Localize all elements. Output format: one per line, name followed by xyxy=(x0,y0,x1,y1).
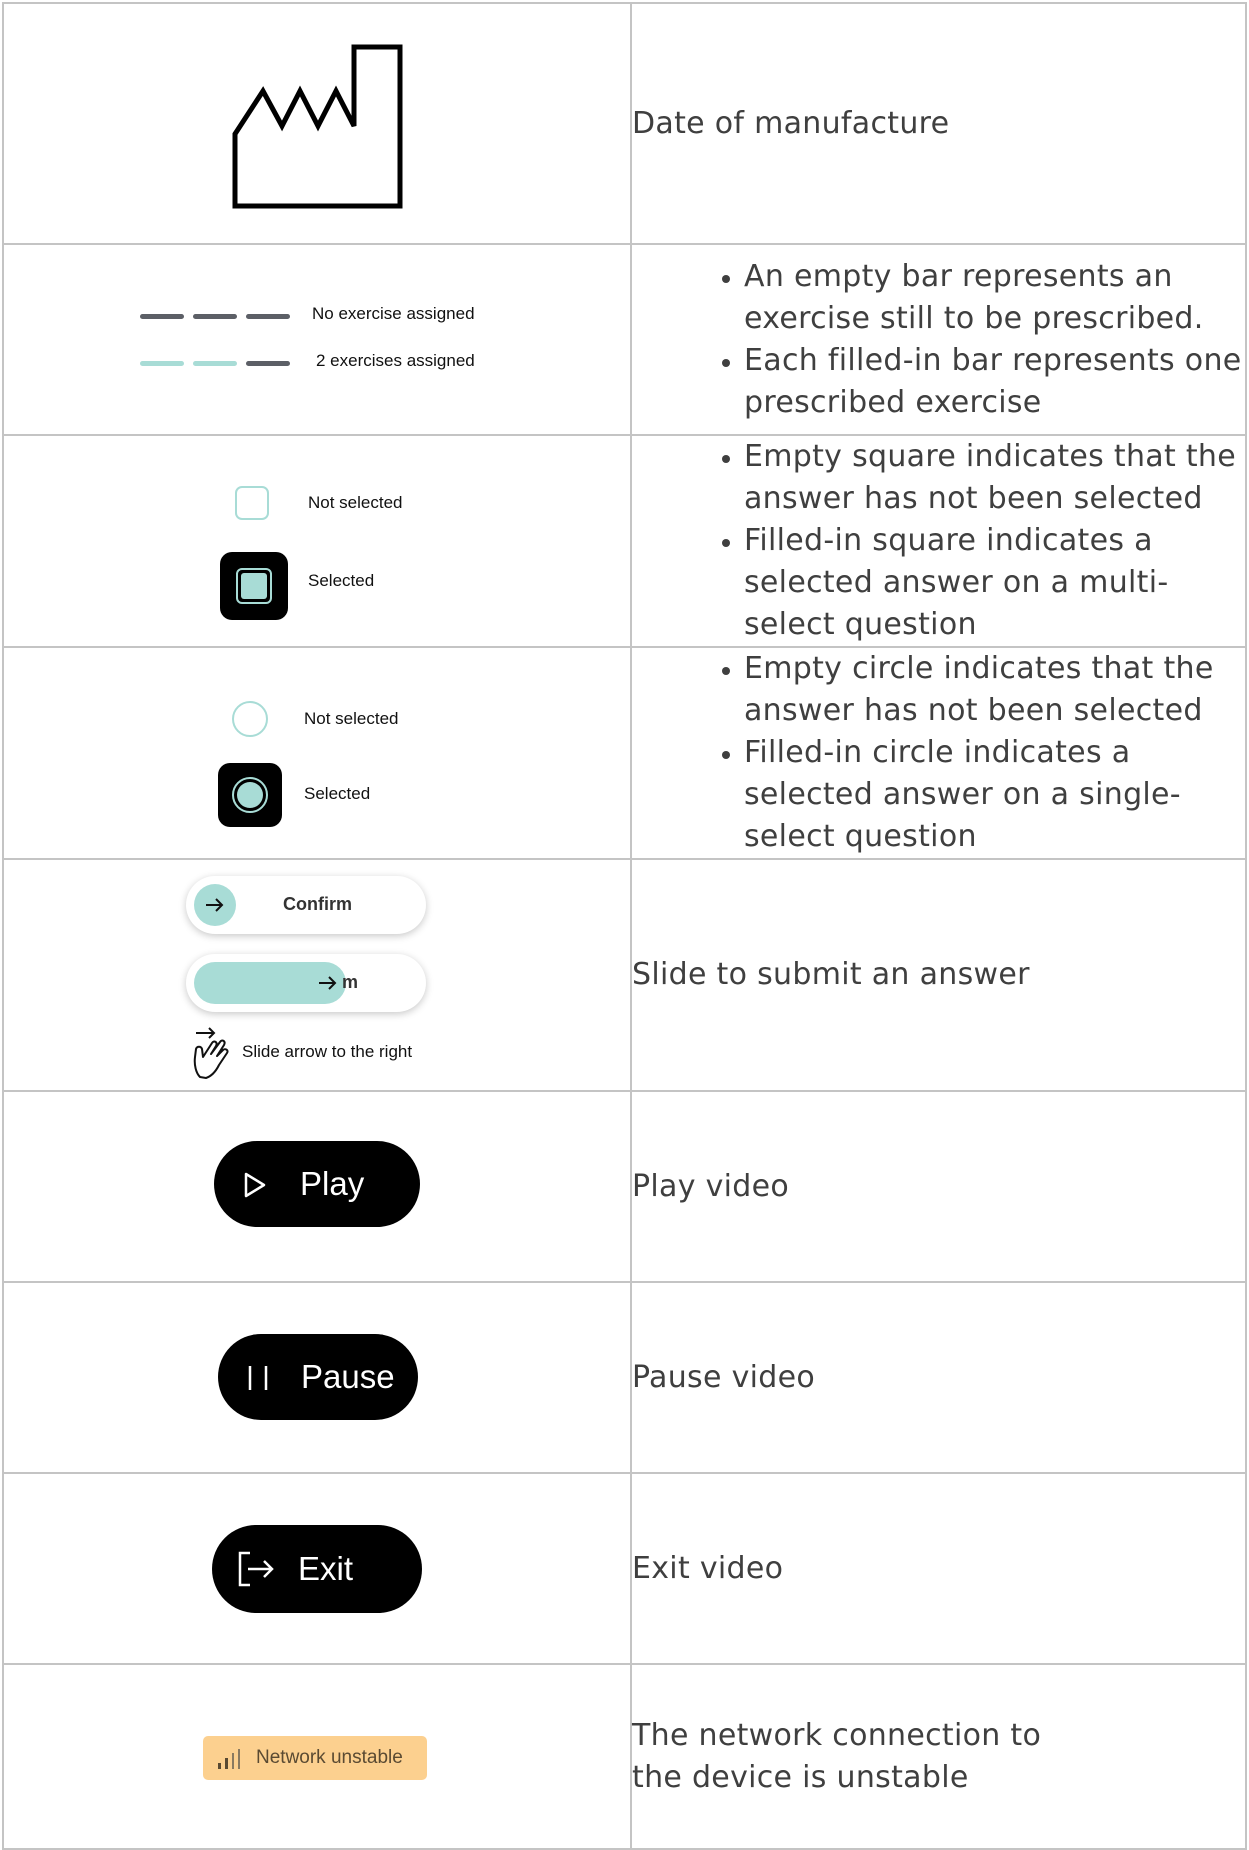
icon-cell: Network unstable xyxy=(2,1663,632,1850)
icon-cell: Not selected Selected xyxy=(2,434,632,648)
slide-hint-label: Slide arrow to the right xyxy=(242,1042,413,1061)
symbols-table: Date of manufacture No exercise assigned… xyxy=(2,2,1247,1850)
bullet-item: Filled-in square indicates a selected an… xyxy=(744,520,1245,646)
bullet-item: Filled-in circle indicates a selected an… xyxy=(744,732,1245,858)
confirm-slider[interactable]: Confirm xyxy=(186,876,426,934)
signal-icon xyxy=(218,1749,240,1769)
radio-selected-icon xyxy=(218,763,282,827)
confirm-label-partial: m xyxy=(342,972,359,992)
row-pause: Pause Pause video xyxy=(2,1281,1247,1474)
icon-cell: Exit xyxy=(2,1472,632,1665)
icon-cell: Play xyxy=(2,1090,632,1283)
row-progress-bars: No exercise assigned 2 exercises assigne… xyxy=(2,243,1247,436)
confirm-label: Confirm xyxy=(283,894,352,914)
desc-cell: Slide to submit an answer xyxy=(630,858,1247,1092)
checkbox-not-selected-label: Not selected xyxy=(308,493,403,512)
slide-text: Slide to submit an answer xyxy=(632,957,1030,992)
network-text: The network connection to the device is … xyxy=(632,1717,1042,1795)
progress-bar-empty xyxy=(193,314,237,319)
checkbox-bullets: Empty square indicates that the answer h… xyxy=(632,436,1245,646)
arrow-right-icon xyxy=(206,898,224,912)
progress-bullets: An empty bar represents an exercise stil… xyxy=(632,256,1245,424)
desc-cell: Empty circle indicates that the answer h… xyxy=(630,646,1247,860)
desc-cell: Pause video xyxy=(630,1281,1247,1474)
desc-cell: Exit video xyxy=(630,1472,1247,1665)
slider-progress-fill xyxy=(194,962,346,1004)
progress-bar-empty xyxy=(246,361,290,366)
checkbox-selected-icon xyxy=(220,552,288,620)
bullet-item: Each filled-in bar represents one prescr… xyxy=(744,340,1245,424)
desc-cell: Date of manufacture xyxy=(630,2,1247,245)
row-checkbox: Not selected Selected Empty square indic… xyxy=(2,434,1247,648)
desc-cell: The network connection to the device is … xyxy=(630,1663,1247,1850)
row-network: Network unstable The network connection … xyxy=(2,1663,1247,1850)
row-exit: Exit Exit video xyxy=(2,1472,1247,1665)
radio-not-selected-label: Not selected xyxy=(304,709,399,728)
arrow-right-icon xyxy=(319,976,337,990)
bullet-item: An empty bar represents an exercise stil… xyxy=(744,256,1245,340)
checkbox-empty-icon xyxy=(235,486,269,520)
exit-text: Exit video xyxy=(632,1550,784,1586)
play-icon xyxy=(244,1172,266,1198)
desc-cell: Empty square indicates that the answer h… xyxy=(630,434,1247,648)
radio-selected-label: Selected xyxy=(304,784,371,803)
play-label: Play xyxy=(300,1165,365,1202)
progress-bar-filled xyxy=(193,361,237,366)
row-play: Play Play video xyxy=(2,1090,1247,1283)
network-unstable-label: Network unstable xyxy=(256,1747,403,1768)
no-exercise-label: No exercise assigned xyxy=(312,304,475,323)
exit-button[interactable]: Exit xyxy=(212,1525,422,1613)
pause-icon xyxy=(248,1366,268,1390)
icon-cell: Pause xyxy=(2,1281,632,1474)
desc-cell: An empty bar represents an exercise stil… xyxy=(630,243,1247,436)
progress-bar-filled xyxy=(140,361,184,366)
icon-cell xyxy=(2,2,632,245)
icon-cell: Not selected Selected xyxy=(2,646,632,860)
progress-bar-empty xyxy=(246,314,290,319)
pause-text: Pause video xyxy=(632,1359,816,1395)
desc-cell: Play video xyxy=(630,1090,1247,1283)
two-exercises-label: 2 exercises assigned xyxy=(316,351,475,370)
play-button[interactable]: Play xyxy=(214,1141,420,1227)
exit-label: Exit xyxy=(298,1550,354,1587)
radio-empty-icon xyxy=(232,701,268,737)
checkbox-selected-label: Selected xyxy=(308,571,375,590)
progress-bar-empty xyxy=(140,314,184,319)
play-text: Play video xyxy=(632,1168,790,1204)
bullet-item: Empty square indicates that the answer h… xyxy=(744,436,1245,520)
icon-cell: Confirm m Slide arrow to the right xyxy=(2,858,632,1092)
icon-cell: No exercise assigned 2 exercises assigne… xyxy=(2,243,632,436)
exit-icon xyxy=(238,1551,274,1587)
pause-label: Pause xyxy=(301,1358,395,1395)
pause-button[interactable]: Pause xyxy=(218,1334,418,1420)
manufacture-text: Date of manufacture xyxy=(632,105,950,141)
row-manufacture: Date of manufacture xyxy=(2,2,1247,245)
row-slide: Confirm m Slide arrow to the right Slide… xyxy=(2,858,1247,1092)
slider-handle[interactable] xyxy=(194,884,236,926)
bullet-item: Empty circle indicates that the answer h… xyxy=(744,648,1245,732)
row-radio: Not selected Selected Empty circle indic… xyxy=(2,646,1247,860)
swipe-hand-icon xyxy=(193,1027,229,1079)
confirm-slider-sliding[interactable]: m xyxy=(186,954,426,1012)
radio-bullets: Empty circle indicates that the answer h… xyxy=(632,648,1245,858)
factory-icon xyxy=(232,44,403,209)
network-unstable-badge: Network unstable xyxy=(203,1736,427,1780)
